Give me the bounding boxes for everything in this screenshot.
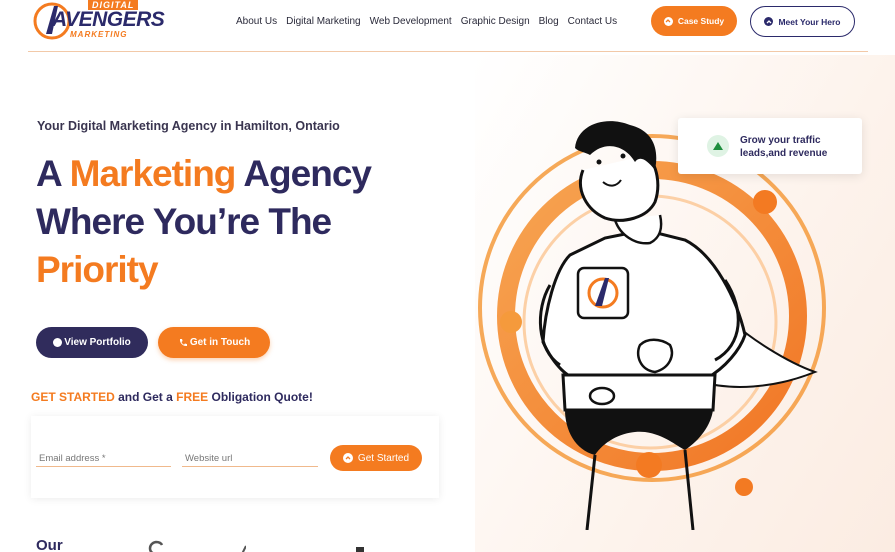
- hero-headline: A Marketing Agency Where You’re The Prio…: [36, 150, 456, 294]
- logo-avengers-text: AVENGERS: [52, 8, 165, 31]
- growth-card: Grow your traffic leads,and revenue: [678, 118, 862, 174]
- get-in-touch-button[interactable]: Get in Touch: [158, 327, 270, 358]
- nav-graphic-design[interactable]: Graphic Design: [461, 16, 530, 27]
- arrow-circle-icon: [663, 16, 673, 26]
- dot-icon: [53, 338, 63, 347]
- headline-text: A: [36, 153, 70, 194]
- get-started-label: Get Started: [357, 452, 410, 464]
- site-header: DIGITAL AVENGERS MARKETING About Us Digi…: [0, 0, 895, 44]
- nav-web-development[interactable]: Web Development: [370, 16, 452, 27]
- view-portfolio-button[interactable]: View Portfolio: [36, 327, 148, 358]
- arrow-circle-icon: [764, 17, 774, 26]
- growth-card-text: Grow your traffic leads,and revenue: [740, 135, 828, 159]
- quote-highlight: FREE: [176, 390, 209, 404]
- website-url-field[interactable]: [182, 451, 318, 467]
- headline-highlight: Priority: [36, 249, 159, 290]
- header-divider: [28, 51, 868, 52]
- nav-blog[interactable]: Blog: [539, 16, 559, 27]
- email-field[interactable]: [36, 451, 171, 467]
- get-in-touch-label: Get in Touch: [189, 337, 251, 348]
- phone-icon: [179, 338, 187, 346]
- nav-about-us[interactable]: About Us: [236, 16, 277, 27]
- quote-headline: GET STARTED and Get a FREE Obligation Qu…: [31, 390, 313, 404]
- headline-highlight: Marketing: [69, 153, 237, 194]
- case-study-label: Case Study: [677, 16, 725, 26]
- case-study-button[interactable]: Case Study: [651, 6, 737, 36]
- quote-text: Obligation Quote!: [208, 390, 313, 404]
- partner-logo-icon: [148, 540, 246, 552]
- meet-your-hero-button[interactable]: Meet Your Hero: [750, 6, 855, 37]
- partner-logo-icon: [356, 547, 364, 552]
- trend-up-icon: [707, 135, 729, 157]
- hero-subtitle: Your Digital Marketing Agency in Hamilto…: [37, 119, 340, 133]
- quote-form: Get Started: [31, 416, 439, 498]
- quote-highlight: GET STARTED: [31, 390, 115, 404]
- brand-logo[interactable]: DIGITAL AVENGERS MARKETING: [32, 0, 165, 42]
- nav-contact-us[interactable]: Contact Us: [568, 16, 617, 27]
- logo-marketing-text: MARKETING: [70, 30, 128, 39]
- meet-your-hero-label: Meet Your Hero: [778, 16, 841, 27]
- get-started-button[interactable]: Get Started: [330, 445, 422, 471]
- arrow-circle-icon: [342, 453, 353, 463]
- partners-heading: Our: [36, 537, 63, 552]
- view-portfolio-label: View Portfolio: [64, 337, 131, 348]
- main-nav: About Us Digital Marketing Web Developme…: [236, 16, 617, 27]
- quote-text: and Get a: [114, 390, 177, 404]
- nav-digital-marketing[interactable]: Digital Marketing: [286, 16, 360, 27]
